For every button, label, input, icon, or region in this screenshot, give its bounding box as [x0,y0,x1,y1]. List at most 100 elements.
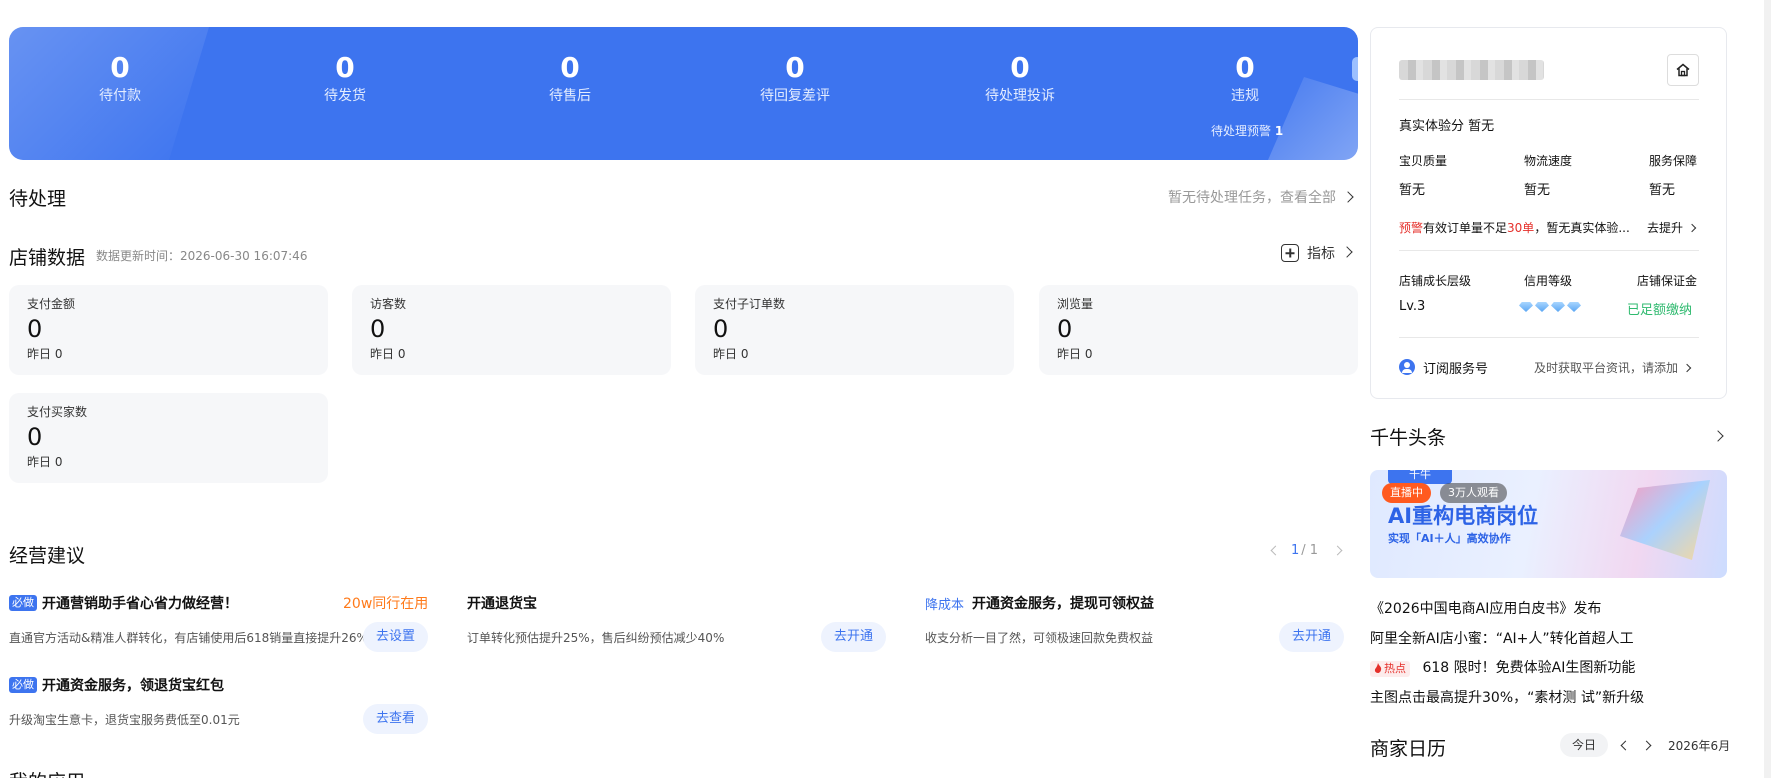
diamond-icon [1567,302,1581,312]
metric-card-payment-amount[interactable]: 支付金额 0 昨日 0 [9,285,328,375]
fire-icon [1374,663,1382,673]
diamond-icon [1551,302,1565,312]
pending-view-all-link[interactable]: 暂无待处理任务，查看全部 [1168,187,1354,207]
metric-card-sub-orders[interactable]: 支付子订单数 0 昨日 0 [695,285,1014,375]
metrics-label: 指标 [1307,246,1335,262]
score-value: 暂无 [1468,119,1495,134]
pending-warning-label: 待处理预警 [1211,124,1272,138]
stat-pending-payment[interactable]: 0 待付款 [45,51,195,107]
metric-yesterday: 昨日 0 [713,347,749,361]
stat-pending-shipment[interactable]: 0 待发货 [270,51,420,107]
stat-value: 0 [785,51,805,84]
pending-title: 待处理 [9,188,67,210]
banner-subtitle: 实现「AI＋人」高效协作 [1388,532,1511,545]
service-label: 服务保障 [1649,154,1698,168]
advice-pager: 1 / 1 [1270,543,1343,558]
metric-label: 支付金额 [27,297,76,311]
news-item[interactable]: 主图点击最高提升30%，“素材测 试”新升级 [1370,687,1644,707]
news-item[interactable]: 阿里全新AI店小蜜：“AI+人”转化首超人工 [1370,628,1634,648]
advice-hot-text: 20w同行在用 [343,596,429,612]
my-apps-title: 我的应用 [9,767,85,778]
metric-card-visitors[interactable]: 访客数 0 昨日 0 [352,285,671,375]
banner-scroll-handle[interactable] [1352,57,1358,81]
improve-link[interactable]: 去提升 [1647,219,1697,236]
go-setup-button[interactable]: 去设置 [363,622,429,652]
next-month-icon[interactable] [1641,740,1652,750]
subscribe-desc: 及时获取平台资讯，请添加 [1534,361,1679,375]
stat-label: 违规 [1231,88,1259,104]
news-title: 千牛头条 [1370,427,1447,449]
warning-number: 30单 [1507,221,1535,235]
metric-value: 0 [1057,315,1073,343]
metric-value: 0 [370,315,386,343]
next-page-icon[interactable] [1332,545,1343,556]
calendar-title: 商家日历 [1370,738,1447,760]
pending-warning-link[interactable]: 待处理预警 1 [1211,122,1283,139]
stat-label: 待处理投诉 [985,88,1055,104]
diamond-icon [1535,302,1549,312]
quality-label: 宝贝质量 [1399,154,1448,168]
advice-desc: 直通官方活动&精准人群转化，有店铺使用后618销量直接提升26% [9,631,368,645]
go-view-button[interactable]: 去查看 [363,704,429,734]
divider [1399,337,1699,338]
news-item[interactable]: 《2026中国电商AI应用白皮书》发布 [1370,598,1601,618]
must-do-tag: 必做 [9,677,37,693]
chevron-right-icon [1341,246,1353,258]
stat-value: 0 [1235,51,1255,84]
pager-total: / 1 [1301,543,1319,558]
warning-text-a: 有效订单量不足 [1423,221,1508,235]
stat-pending-complaint[interactable]: 0 待处理投诉 [945,51,1095,107]
metric-card-page-views[interactable]: 浏览量 0 昨日 0 [1039,285,1358,375]
experience-score: 真实体验分 暂无 [1399,115,1494,134]
today-button[interactable]: 今日 [1560,733,1609,757]
chevron-right-icon [1682,363,1692,372]
add-metric-icon [1281,244,1299,262]
metric-value: 0 [27,315,43,343]
service-value: 暂无 [1649,183,1676,198]
news-item[interactable]: 热点 618 限时！免费体验AI生图新功能 [1370,657,1635,677]
store-data-title: 店铺数据 [9,247,86,269]
stat-value: 0 [335,51,355,84]
prev-month-icon[interactable] [1620,740,1631,750]
stat-violation[interactable]: 0 违规 [1170,51,1320,107]
metric-label: 访客数 [370,297,407,311]
shop-info-panel: 真实体验分 暂无 宝贝质量 暂无 物流速度 暂无 服务保障 暂无 预警有效订单量… [1370,27,1727,399]
page-scrollbar[interactable] [1764,0,1771,778]
improve-label: 去提升 [1647,221,1684,235]
deposit-status: 已足额缴纳 [1627,303,1693,318]
banner-prism-graphic [1620,480,1710,560]
score-label: 真实体验分 [1399,119,1465,134]
must-do-tag: 必做 [9,595,37,611]
news-item-text: 阿里全新AI店小蜜：“AI+人”转化首超人工 [1370,631,1634,647]
stat-pending-aftersale[interactable]: 0 待售后 [495,51,645,107]
prev-page-icon[interactable] [1270,545,1281,556]
metric-label: 支付子订单数 [713,297,786,311]
advice-item-title: 开通退货宝 [467,593,537,613]
warning-tag: 预警 [1399,221,1424,235]
stat-pending-bad-review[interactable]: 0 待回复差评 [720,51,870,107]
user-icon [1399,359,1415,375]
subscribe-link[interactable]: 及时获取平台资讯，请添加 [1534,359,1692,376]
shop-home-button[interactable] [1667,54,1699,86]
go-activate-button[interactable]: 去开通 [821,622,887,652]
metric-card-buyers[interactable]: 支付买家数 0 昨日 0 [9,393,328,483]
advice-title-text: 开通营销助手省心省力做经营！ [42,596,238,612]
credit-diamonds [1519,302,1581,312]
go-activate-button[interactable]: 去开通 [1279,622,1345,652]
news-item-text: 《2026中国电商AI应用白皮书》发布 [1370,601,1602,617]
chevron-right-icon[interactable] [1712,430,1724,442]
warning-text-b: ，暂无真实体验... [1534,221,1630,235]
advice-desc: 升级淘宝生意卡，退货宝服务费低至0.01元 [9,713,240,727]
logistics-value: 暂无 [1524,183,1551,198]
hot-tag-text: 热点 [1384,662,1406,675]
metrics-button[interactable]: 指标 [1281,243,1353,263]
metric-yesterday: 昨日 0 [27,455,63,469]
pending-warning-count: 1 [1274,124,1284,138]
deposit-label: 店铺保证金 [1637,274,1698,288]
news-banner-image[interactable]: 千牛 直播中 3万人观看 AI重构电商岗位 实现「AI＋人」高效协作 [1370,470,1727,578]
metric-value: 0 [27,423,43,451]
divider [1399,99,1699,100]
advice-item-title: 必做 开通营销助手省心省力做经营！ [9,593,238,613]
chevron-right-icon [1342,191,1354,203]
pending-link-text: 暂无待处理任务，查看全部 [1168,190,1336,206]
